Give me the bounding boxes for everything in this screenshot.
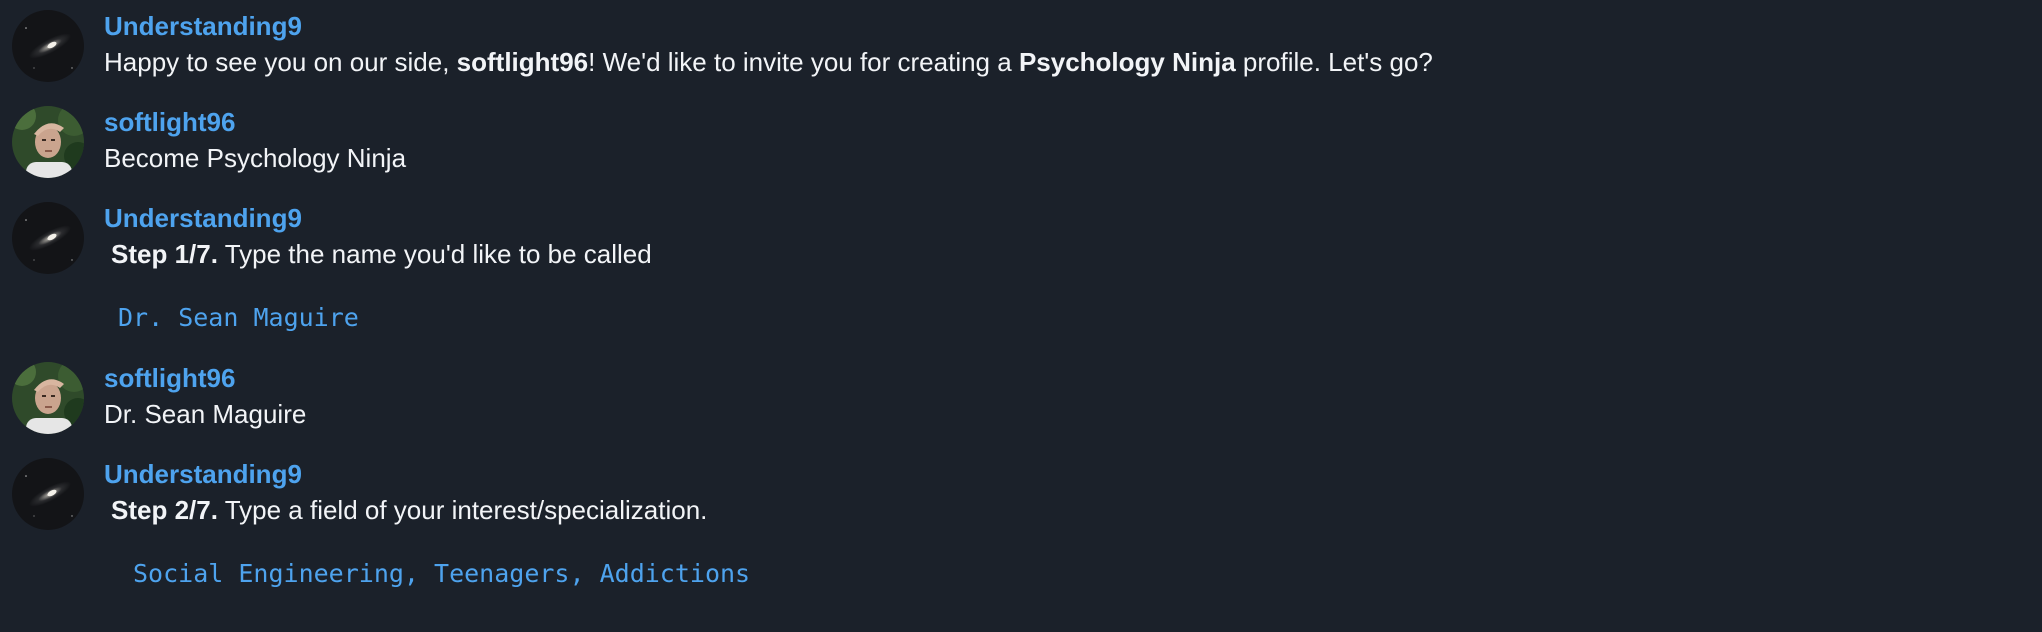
message-text-part: Type a field of your interest/specializa…: [217, 495, 708, 525]
message-text: Dr. Sean Maguire: [104, 399, 307, 429]
message-text-part: Type the name you'd like to be called: [217, 239, 652, 269]
step-label: Step 2/7.: [111, 495, 218, 525]
message-text: Step 2/7. Type a field of your interest/…: [111, 494, 707, 526]
message-text-part: Happy to see you on our side,: [104, 47, 457, 77]
message-text: Happy to see you on our side, softlight9…: [104, 46, 1433, 78]
galaxy-avatar-icon[interactable]: [12, 202, 84, 274]
user-photo-avatar-icon[interactable]: [12, 106, 84, 178]
galaxy-avatar-icon[interactable]: [12, 10, 84, 82]
user-photo-avatar-icon[interactable]: [12, 362, 84, 434]
chat-history: Understanding9 Happy to see you on our s…: [0, 0, 2042, 632]
message-author[interactable]: softlight96: [104, 362, 235, 394]
message-author[interactable]: Understanding9: [104, 202, 302, 234]
step-label: Step 1/7.: [111, 239, 218, 269]
code-snippet: Social Engineering, Teenagers, Addiction…: [133, 559, 751, 588]
galaxy-avatar-icon[interactable]: [12, 458, 84, 530]
message-author[interactable]: softlight96: [104, 106, 235, 138]
bold-profile-name: Psychology Ninja: [1018, 47, 1236, 77]
code-snippet: Dr. Sean Maguire: [118, 303, 359, 332]
username-mention: softlight96: [456, 47, 589, 77]
message-author[interactable]: Understanding9: [104, 10, 302, 42]
message-author[interactable]: Understanding9: [104, 458, 302, 490]
message-text-part: profile. Let's go?: [1242, 47, 1433, 77]
message-text: Become Psychology Ninja: [104, 143, 407, 173]
message-text-part: ! We'd like to invite you for creating a: [588, 47, 1019, 77]
message-text: Step 1/7. Type the name you'd like to be…: [111, 238, 652, 270]
